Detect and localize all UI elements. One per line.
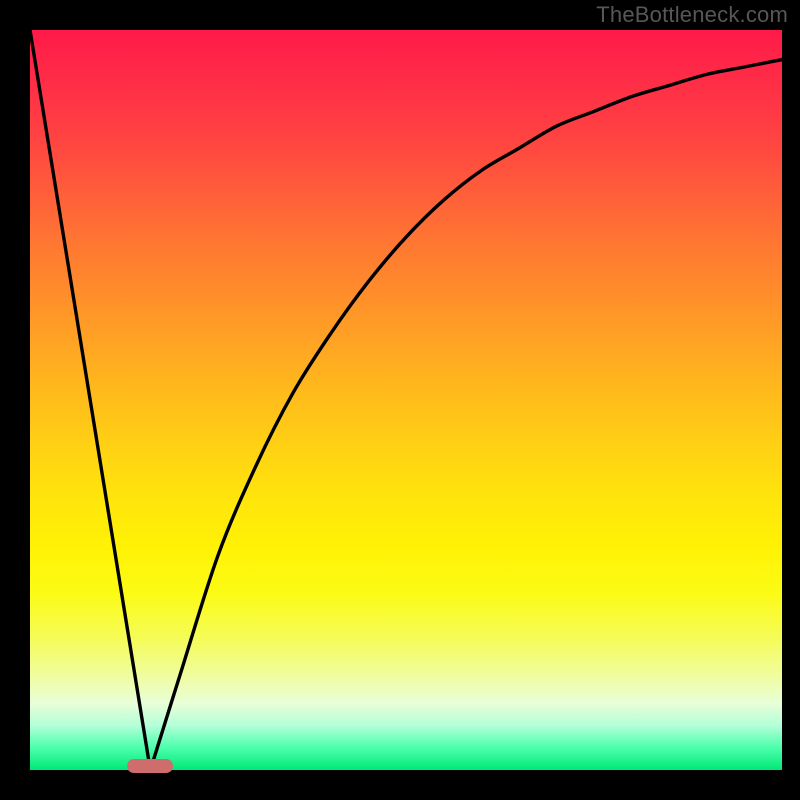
chart-frame: TheBottleneck.com bbox=[0, 0, 800, 800]
series-right-curve bbox=[150, 60, 782, 770]
bottleneck-marker bbox=[127, 759, 173, 773]
plot-area bbox=[30, 30, 782, 770]
curve-layer bbox=[30, 30, 782, 770]
watermark-text: TheBottleneck.com bbox=[596, 2, 788, 28]
series-left-leg bbox=[30, 30, 150, 770]
